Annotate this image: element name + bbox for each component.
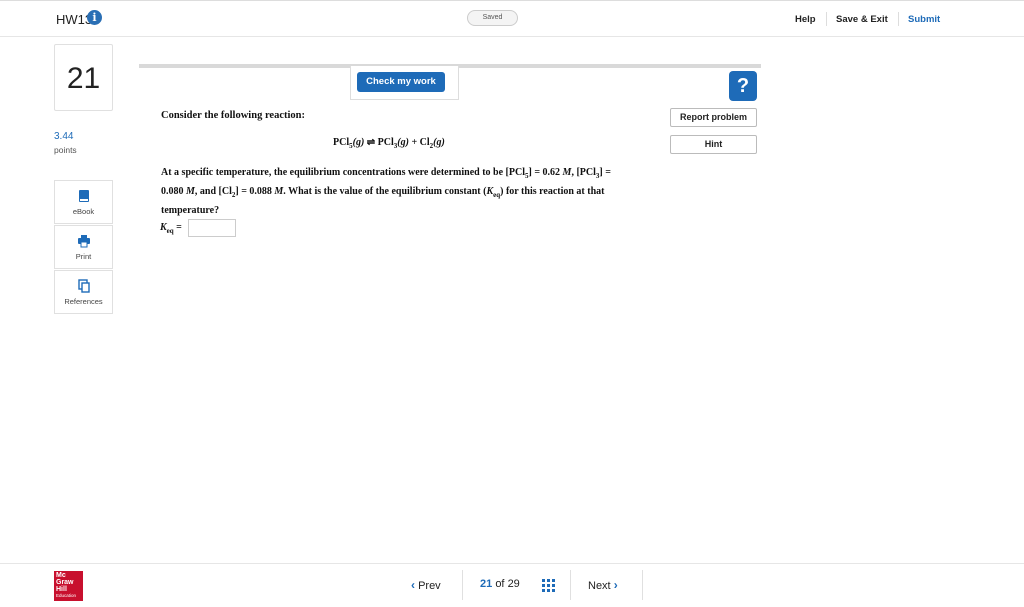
report-problem-button[interactable]: Report problem	[670, 108, 757, 127]
references-button[interactable]: References	[54, 270, 113, 314]
book-icon	[79, 190, 89, 202]
submit-link[interactable]: Submit	[908, 14, 940, 25]
hint-button[interactable]: Hint	[670, 135, 757, 154]
grid-icon[interactable]	[542, 579, 555, 592]
help-question-icon[interactable]: ?	[729, 71, 757, 101]
page-indicator[interactable]: 21 of 29	[480, 578, 520, 590]
keq-label: Keq =	[160, 222, 182, 235]
help-link[interactable]: Help	[795, 14, 816, 25]
points-label: points	[54, 145, 77, 155]
copy-icon	[78, 279, 90, 293]
footer-divider	[642, 570, 643, 600]
keq-answer-input[interactable]	[188, 219, 236, 237]
info-icon[interactable]: i	[87, 10, 102, 25]
chevron-left-icon: ‹	[411, 578, 415, 592]
print-label: Print	[75, 252, 92, 261]
prev-button[interactable]: ‹ Prev	[411, 578, 441, 592]
ebook-label: eBook	[72, 207, 95, 216]
header-divider	[826, 12, 827, 26]
saved-status-badge: Saved	[467, 10, 518, 26]
ebook-button[interactable]: eBook	[54, 180, 113, 224]
question-number: 21	[54, 44, 113, 111]
print-button[interactable]: Print	[54, 225, 113, 269]
of-label: of	[495, 578, 505, 590]
footer-divider	[570, 570, 571, 600]
mcgraw-hill-logo: Mc Graw Hill Education	[54, 571, 83, 601]
total-pages: 29	[507, 578, 520, 590]
references-label: References	[64, 297, 103, 306]
reaction-equation: PCl5(g) ⇌ PCl3(g) + Cl2(g)	[333, 137, 445, 150]
next-button[interactable]: Next ›	[588, 578, 618, 592]
printer-icon	[78, 235, 90, 248]
footer-divider	[0, 563, 1024, 564]
footer-divider	[462, 570, 463, 600]
question-text: At a specific temperature, the equilibri…	[161, 167, 611, 216]
top-header: HW13 i Saved Help Save & Exit Submit	[0, 0, 1024, 37]
prev-label: Prev	[418, 580, 441, 592]
check-my-work-button[interactable]: Check my work	[357, 72, 445, 92]
question-prompt: Consider the following reaction:	[161, 110, 305, 121]
chevron-right-icon: ›	[613, 578, 618, 592]
current-page: 21	[480, 578, 493, 590]
header-divider	[898, 12, 899, 26]
next-label: Next	[588, 580, 611, 592]
save-exit-link[interactable]: Save & Exit	[836, 14, 888, 25]
points-value: 3.44	[54, 131, 74, 142]
